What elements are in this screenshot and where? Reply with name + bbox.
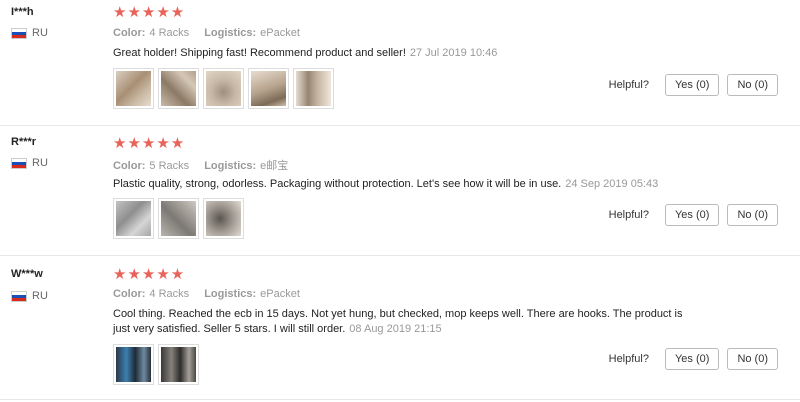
review-item: W***w RU ★★★★★ Color: 4 Racks Logistics: e…	[0, 256, 800, 400]
star-rating: ★★★★★	[113, 266, 186, 283]
reviewer-name: R***r	[11, 136, 37, 148]
country-code: RU	[32, 157, 48, 169]
review-photo[interactable]	[113, 344, 154, 385]
reviewer-country: RU	[11, 290, 48, 302]
helpful-controls: Helpful? Yes (0) No (0)	[609, 204, 778, 226]
review-text: Great holder! Shipping fast! Recommend p…	[113, 46, 693, 61]
helpful-no-button[interactable]: No (0)	[727, 204, 778, 226]
helpful-yes-button[interactable]: Yes (0)	[664, 74, 720, 96]
review-photos	[113, 344, 199, 385]
helpful-controls: Helpful? Yes (0) No (0)	[609, 74, 778, 96]
review-date: 24 Sep 2019 05:43	[565, 178, 659, 190]
review-body: Great holder! Shipping fast! Recommend p…	[113, 47, 406, 59]
russia-flag-icon	[11, 27, 27, 39]
review-photo[interactable]	[293, 68, 334, 109]
helpful-label: Helpful?	[608, 209, 649, 221]
logistics-value: ePacket	[260, 288, 300, 300]
reviewer-name: W***w	[11, 268, 43, 280]
hook-photo	[206, 201, 241, 236]
rack-photo-2	[161, 71, 196, 106]
reviewer-country: RU	[11, 27, 48, 39]
review-photo[interactable]	[113, 68, 154, 109]
logistics-label: Logistics:	[204, 288, 257, 300]
clip-photo	[161, 347, 196, 382]
review-photo[interactable]	[158, 198, 199, 239]
color-label: Color:	[113, 27, 146, 39]
color-value: 4 Racks	[149, 27, 190, 39]
rack-photo-4	[251, 71, 286, 106]
order-meta: Color: 4 Racks Logistics: ePacket	[113, 27, 312, 39]
helpful-no-button[interactable]: No (0)	[727, 348, 778, 370]
review-item: I***h RU ★★★★★ Color: 4 Racks Logistics: e…	[0, 0, 800, 126]
review-date: 08 Aug 2019 21:15	[349, 323, 442, 335]
logistics-value: ePacket	[260, 27, 300, 39]
star-rating: ★★★★★	[113, 4, 186, 21]
order-meta: Color: 4 Racks Logistics: ePacket	[113, 288, 312, 300]
country-code: RU	[32, 27, 48, 39]
package-photo	[116, 201, 151, 236]
rack-photo-3	[206, 71, 241, 106]
mop-photo	[116, 347, 151, 382]
review-photo[interactable]	[248, 68, 289, 109]
review-text: Cool thing. Reached the ecb in 15 days. …	[113, 307, 693, 337]
color-value: 4 Racks	[149, 288, 190, 300]
review-body: Plastic quality, strong, odorless. Packa…	[113, 178, 562, 190]
russia-flag-icon	[11, 290, 27, 302]
review-photo[interactable]	[158, 344, 199, 385]
color-value: 5 Racks	[149, 160, 190, 172]
review-date: 27 Jul 2019 10:46	[409, 47, 498, 59]
logistics-value: e邮宝	[260, 160, 289, 172]
reviewer-country: RU	[11, 157, 48, 169]
rack-photo-5	[296, 71, 331, 106]
review-photo[interactable]	[203, 198, 244, 239]
review-text: Plastic quality, strong, odorless. Packa…	[113, 177, 713, 192]
helpful-controls: Helpful? Yes (0) No (0)	[609, 348, 778, 370]
rack-photo-1	[116, 71, 151, 106]
color-label: Color:	[113, 288, 146, 300]
helpful-label: Helpful?	[608, 79, 649, 91]
review-photos	[113, 198, 244, 239]
logistics-label: Logistics:	[204, 27, 257, 39]
helpful-yes-button[interactable]: Yes (0)	[664, 348, 720, 370]
country-code: RU	[32, 290, 48, 302]
holder-photo	[161, 201, 196, 236]
review-photo[interactable]	[158, 68, 199, 109]
logistics-label: Logistics:	[204, 160, 257, 172]
helpful-label: Helpful?	[608, 353, 649, 365]
helpful-no-button[interactable]: No (0)	[727, 74, 778, 96]
russia-flag-icon	[11, 157, 27, 169]
star-rating: ★★★★★	[113, 135, 186, 152]
review-photos	[113, 68, 334, 109]
helpful-yes-button[interactable]: Yes (0)	[664, 204, 720, 226]
review-photo[interactable]	[203, 68, 244, 109]
color-label: Color:	[113, 160, 146, 172]
reviewer-name: I***h	[11, 6, 34, 18]
review-item: R***r RU ★★★★★ Color: 5 Racks Logistics: e…	[0, 126, 800, 256]
order-meta: Color: 5 Racks Logistics: e邮宝	[113, 157, 300, 173]
review-photo[interactable]	[113, 198, 154, 239]
